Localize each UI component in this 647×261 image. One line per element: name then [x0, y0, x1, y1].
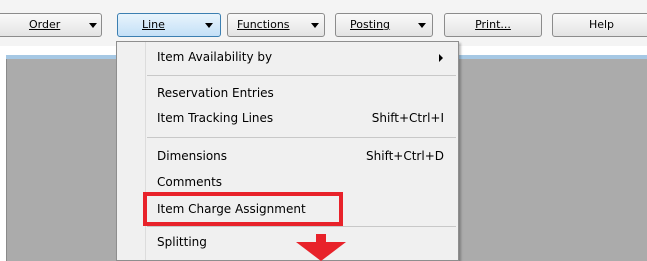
print-button-label: Print... [475, 18, 511, 31]
order-button-label: Order [29, 18, 61, 31]
functions-menu-button[interactable]: Functions [227, 13, 325, 37]
menu-item-label: Item Tracking Lines [157, 111, 274, 125]
red-arrow-icon [296, 234, 346, 261]
line-button-label: Line [142, 18, 165, 31]
menu-item-reservation-entries[interactable]: Reservation Entries [117, 83, 458, 105]
menu-item-splitting[interactable]: Splitting [117, 232, 458, 254]
highlight-box [143, 192, 343, 226]
chevron-down-icon [311, 23, 319, 28]
menu-item-item-tracking-lines[interactable]: Item Tracking Lines Shift+Ctrl+I [117, 108, 458, 130]
action-toolbar: Order Line Functions Posting Print... He… [0, 0, 647, 46]
menu-item-shortcut: Shift+Ctrl+I [371, 111, 444, 125]
posting-button-label: Posting [350, 18, 391, 31]
help-button-label: Help [588, 18, 615, 31]
menu-separator [147, 75, 456, 76]
menu-item-label: Splitting [157, 235, 207, 249]
line-dropdown-menu: Item Availability by Reservation Entries… [116, 41, 459, 261]
menu-item-comments[interactable]: Comments [117, 172, 458, 194]
menu-separator [147, 137, 456, 138]
menu-separator [147, 226, 456, 227]
posting-menu-button[interactable]: Posting [335, 13, 433, 37]
chevron-down-icon [205, 23, 213, 28]
menu-item-label: Reservation Entries [157, 86, 274, 100]
line-menu-button[interactable]: Line [117, 13, 221, 37]
menu-item-label: Comments [157, 175, 223, 189]
functions-button-label: Functions [237, 18, 290, 31]
menu-item-shortcut: Shift+Ctrl+D [366, 149, 444, 163]
chevron-down-icon [89, 23, 97, 28]
submenu-arrow-icon [439, 54, 443, 62]
print-button[interactable]: Print... [444, 13, 542, 37]
order-menu-button[interactable]: Order [0, 13, 102, 37]
screen: Order Line Functions Posting Print... He… [0, 0, 647, 261]
menu-item-dimensions[interactable]: Dimensions Shift+Ctrl+D [117, 146, 458, 168]
menu-item-label: Item Availability by [157, 50, 273, 64]
menu-item-label: Dimensions [157, 149, 228, 163]
menu-item-item-availability-by[interactable]: Item Availability by [117, 47, 458, 69]
help-button[interactable]: Help [552, 13, 647, 37]
chevron-down-icon [418, 23, 426, 28]
